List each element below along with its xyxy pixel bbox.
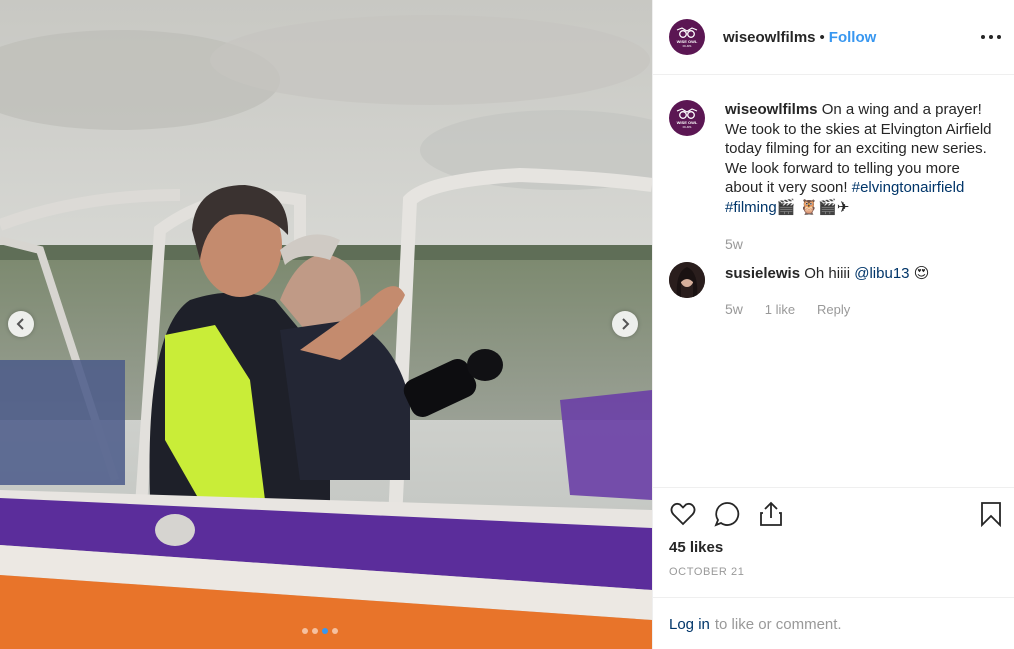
comment-emoji: 😍 [913, 265, 930, 282]
follow-button[interactable]: Follow [829, 29, 877, 46]
login-link[interactable]: Log in [669, 616, 710, 633]
post-actions: 45 likes OCTOBER 21 Log in to like or co… [653, 487, 1014, 649]
owl-logo-icon [676, 26, 698, 38]
reply-button[interactable]: Reply [817, 302, 850, 317]
cockpit-photo [0, 0, 652, 649]
share-button[interactable] [757, 500, 785, 528]
caption: wiseowlfilms On a wing and a prayer! We … [725, 100, 993, 218]
caption-logo-text-bottom: FILMS [682, 124, 692, 129]
comment-meta: 5w 1 like Reply [725, 301, 850, 317]
like-button[interactable] [669, 500, 697, 528]
logo-text-bottom: FILMS [682, 43, 692, 48]
hashtag-elvingtonairfield[interactable]: #elvingtonairfield [852, 179, 965, 196]
caption-emojis: 🎬 🦉🎬✈ [776, 198, 850, 216]
comment-mention[interactable]: @libu13 [854, 265, 909, 282]
caption-timestamp[interactable]: 5w [725, 236, 743, 252]
post-header: WISE OWL FILMS wiseowlfilms • Follow [653, 0, 1014, 75]
save-button[interactable] [977, 500, 1005, 528]
chevron-right-icon [622, 318, 630, 330]
bookmark-icon [981, 502, 1001, 527]
likes-count[interactable]: 45 likes [669, 539, 723, 556]
chevron-left-icon [16, 318, 24, 330]
separator-dot: • [819, 28, 825, 46]
previous-slide-button[interactable] [8, 311, 34, 337]
comment-likes[interactable]: 1 like [765, 302, 795, 317]
comments-section: WISE OWL FILMS wiseowlfilms On a wing an… [653, 88, 1014, 488]
carousel-dot [312, 628, 318, 634]
carousel-dot [322, 628, 328, 634]
header-username[interactable]: wiseowlfilms [723, 29, 816, 46]
login-suffix: to like or comment. [714, 615, 842, 633]
comment-icon [714, 502, 740, 527]
post-details-panel: WISE OWL FILMS wiseowlfilms • Follow WIS… [652, 0, 1014, 649]
hashtag-filming[interactable]: #filming [725, 199, 777, 216]
comment-timestamp[interactable]: 5w [725, 301, 743, 317]
comment-username[interactable]: susielewis [725, 265, 800, 282]
heart-icon [670, 502, 696, 526]
action-icons [669, 500, 785, 528]
carousel-dot [302, 628, 308, 634]
share-icon [760, 501, 782, 526]
carousel-dot [332, 628, 338, 634]
instagram-post: WISE OWL FILMS wiseowlfilms • Follow WIS… [0, 0, 1014, 649]
carousel-indicator [302, 628, 338, 634]
post-date: OCTOBER 21 [669, 566, 745, 578]
comment-body: Oh hiiii [804, 265, 851, 282]
next-slide-button[interactable] [612, 311, 638, 337]
avatar[interactable]: WISE OWL FILMS [669, 19, 705, 55]
comment: susielewis Oh hiiii @libu13 😍 [725, 264, 929, 282]
caption-avatar-wrapper: WISE OWL FILMS [669, 100, 705, 136]
more-options-button[interactable] [981, 27, 1001, 47]
caption-avatar[interactable]: WISE OWL FILMS [669, 100, 705, 136]
user-photo-icon [669, 262, 705, 298]
comment-button[interactable] [713, 500, 741, 528]
owl-logo-icon [676, 107, 698, 119]
comment-avatar[interactable] [669, 262, 705, 298]
post-media[interactable] [0, 0, 652, 649]
more-options-icon [981, 35, 985, 39]
login-prompt: Log in to like or comment. [653, 597, 1014, 649]
caption-username[interactable]: wiseowlfilms [725, 101, 818, 118]
caption-meta: 5w [725, 236, 743, 252]
